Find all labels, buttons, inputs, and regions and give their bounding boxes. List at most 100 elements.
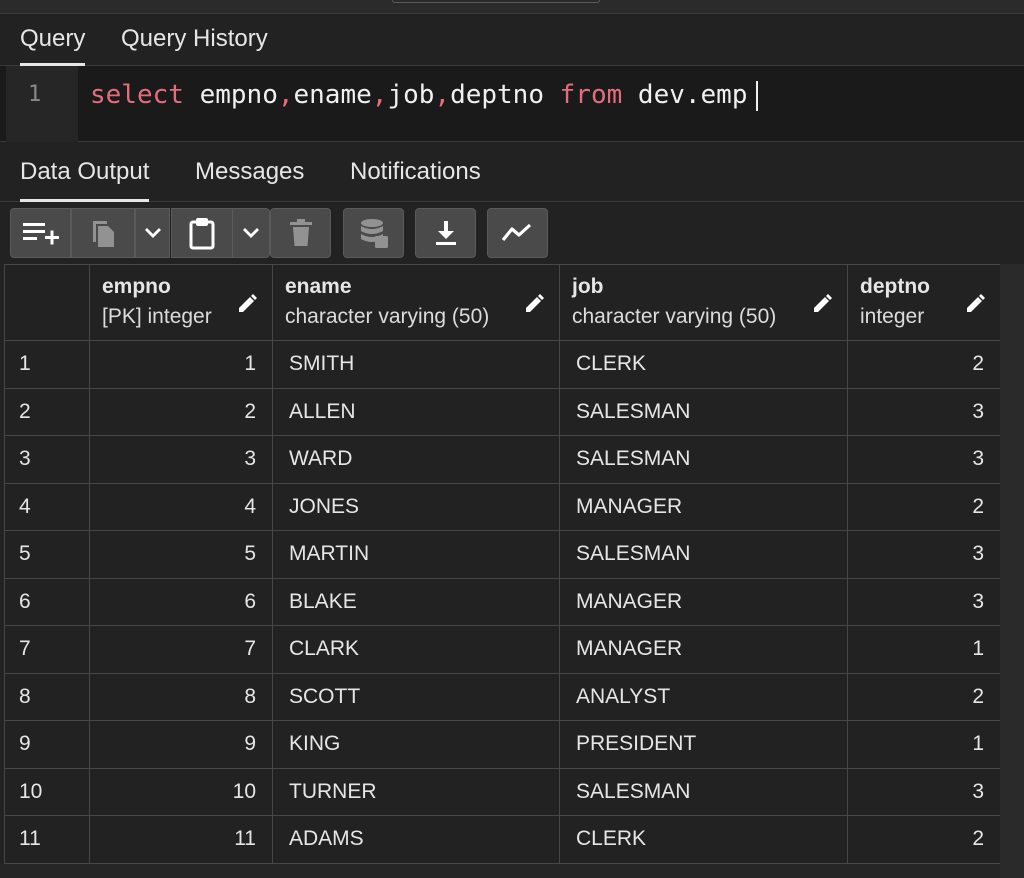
cell-job[interactable]: MANAGER xyxy=(559,482,848,531)
cell-empno[interactable]: 7 xyxy=(89,625,273,674)
table-row[interactable]: 7 7 CLARK MANAGER 1 xyxy=(4,625,1000,674)
row-number-cell[interactable]: 2 xyxy=(4,387,90,436)
table-row[interactable]: 6 6 BLAKE MANAGER 3 xyxy=(4,577,1000,626)
row-number-cell[interactable]: 5 xyxy=(4,530,90,579)
row-number-cell[interactable]: 4 xyxy=(4,482,90,531)
row-number-header[interactable] xyxy=(4,264,90,341)
row-number-cell[interactable]: 1 xyxy=(4,340,90,389)
download-button[interactable] xyxy=(415,208,476,258)
cell-deptno[interactable]: 3 xyxy=(847,435,1000,484)
sql-code-line[interactable]: select empno,ename,job,deptno from dev.e… xyxy=(90,80,758,111)
cell-deptno[interactable]: 3 xyxy=(847,577,1000,626)
copy-options-dropdown[interactable] xyxy=(135,208,170,258)
cell-deptno[interactable]: 3 xyxy=(847,767,1000,816)
table-row[interactable]: 10 10 TURNER SALESMAN 3 xyxy=(4,767,1000,816)
cell-deptno[interactable]: 2 xyxy=(847,482,1000,531)
line-number: 1 xyxy=(28,82,42,107)
cell-ename[interactable]: MARTIN xyxy=(272,530,560,579)
cell-ename[interactable]: JONES xyxy=(272,482,560,531)
row-number-cell[interactable]: 11 xyxy=(4,815,90,864)
save-data-icon xyxy=(360,219,388,248)
cell-ename[interactable]: SCOTT xyxy=(272,672,560,721)
cell-ename[interactable]: SMITH xyxy=(272,340,560,389)
column-header-deptno[interactable]: deptno integer xyxy=(847,264,1000,341)
tab-data-output[interactable]: Data Output xyxy=(20,146,150,202)
cell-job[interactable]: PRESIDENT xyxy=(559,720,848,769)
cell-empno[interactable]: 5 xyxy=(89,530,273,579)
cell-job[interactable]: SALESMAN xyxy=(559,435,848,484)
column-header-job[interactable]: job character varying (50) xyxy=(559,264,848,341)
tab-messages[interactable]: Messages xyxy=(195,146,304,202)
cell-job[interactable]: ANALYST xyxy=(559,672,848,721)
tab-query-history[interactable]: Query History xyxy=(121,14,268,66)
row-number-cell[interactable]: 3 xyxy=(4,435,90,484)
paste-options-dropdown[interactable] xyxy=(233,208,270,258)
sql-keyword-token: from xyxy=(559,80,623,110)
paste-button[interactable] xyxy=(171,208,233,258)
cell-job[interactable]: MANAGER xyxy=(559,577,848,626)
table-row[interactable]: 2 2 ALLEN SALESMAN 3 xyxy=(4,387,1000,436)
cell-job[interactable]: CLERK xyxy=(559,340,848,389)
cell-ename[interactable]: BLAKE xyxy=(272,577,560,626)
cell-empno[interactable]: 8 xyxy=(89,672,273,721)
cell-empno[interactable]: 6 xyxy=(89,577,273,626)
cell-empno[interactable]: 11 xyxy=(89,815,273,864)
cell-deptno[interactable]: 3 xyxy=(847,387,1000,436)
save-data-button[interactable] xyxy=(343,208,404,258)
tab-query[interactable]: Query xyxy=(20,14,86,66)
column-type: character varying (50) xyxy=(285,305,490,328)
cell-ename[interactable]: CLARK xyxy=(272,625,560,674)
cell-empno[interactable]: 1 xyxy=(89,340,273,389)
cell-empno[interactable]: 4 xyxy=(89,482,273,531)
cell-job[interactable]: SALESMAN xyxy=(559,767,848,816)
cell-deptno[interactable]: 1 xyxy=(847,720,1000,769)
cell-deptno[interactable]: 2 xyxy=(847,672,1000,721)
cell-empno[interactable]: 2 xyxy=(89,387,273,436)
cell-job[interactable]: CLERK xyxy=(559,815,848,864)
add-row-button[interactable] xyxy=(10,208,71,258)
cell-job[interactable]: MANAGER xyxy=(559,625,848,674)
table-row[interactable]: 3 3 WARD SALESMAN 3 xyxy=(4,435,1000,484)
cell-job[interactable]: SALESMAN xyxy=(559,530,848,579)
cell-ename[interactable]: ADAMS xyxy=(272,815,560,864)
column-header-empno[interactable]: empno [PK] integer xyxy=(89,264,273,341)
tab-notifications[interactable]: Notifications xyxy=(350,146,481,202)
cell-ename[interactable]: TURNER xyxy=(272,767,560,816)
column-header-ename[interactable]: ename character varying (50) xyxy=(272,264,560,341)
edit-pencil-icon xyxy=(967,294,985,312)
cell-job[interactable]: SALESMAN xyxy=(559,387,848,436)
copy-icon xyxy=(93,221,114,247)
column-name: empno xyxy=(102,275,171,298)
graph-visualiser-button[interactable] xyxy=(487,208,548,258)
chevron-down-icon xyxy=(243,228,259,238)
table-row[interactable]: 11 11 ADAMS CLERK 2 xyxy=(4,815,1000,864)
resize-grip[interactable] xyxy=(392,0,600,3)
cell-deptno[interactable]: 3 xyxy=(847,530,1000,579)
row-number-cell[interactable]: 9 xyxy=(4,720,90,769)
row-number-cell[interactable]: 7 xyxy=(4,625,90,674)
cell-empno[interactable]: 3 xyxy=(89,435,273,484)
table-row[interactable]: 4 4 JONES MANAGER 2 xyxy=(4,482,1000,531)
row-number-cell[interactable]: 10 xyxy=(4,767,90,816)
table-row[interactable]: 1 1 SMITH CLERK 2 xyxy=(4,340,1000,389)
cell-deptno[interactable]: 2 xyxy=(847,340,1000,389)
table-row[interactable]: 5 5 MARTIN SALESMAN 3 xyxy=(4,530,1000,579)
table-row[interactable]: 8 8 SCOTT ANALYST 2 xyxy=(4,672,1000,721)
cell-deptno[interactable]: 1 xyxy=(847,625,1000,674)
cell-ename[interactable]: WARD xyxy=(272,435,560,484)
cell-empno[interactable]: 9 xyxy=(89,720,273,769)
edit-pencil-icon xyxy=(526,294,544,312)
sql-keyword-token: , xyxy=(277,80,294,110)
row-number-cell[interactable]: 6 xyxy=(4,577,90,626)
cell-ename[interactable]: KING xyxy=(272,720,560,769)
sql-keyword-token: , xyxy=(371,80,388,110)
cell-deptno[interactable]: 2 xyxy=(847,815,1000,864)
grid-scrollbar-rail[interactable] xyxy=(1000,264,1024,878)
cell-empno[interactable]: 10 xyxy=(89,767,273,816)
table-row[interactable]: 9 9 KING PRESIDENT 1 xyxy=(4,720,1000,769)
cell-ename[interactable]: ALLEN xyxy=(272,387,560,436)
delete-button[interactable] xyxy=(270,208,331,258)
row-number-cell[interactable]: 8 xyxy=(4,672,90,721)
sql-editor[interactable]: 1 select empno,ename,job,deptno from dev… xyxy=(0,66,1024,142)
copy-button[interactable] xyxy=(71,208,135,258)
